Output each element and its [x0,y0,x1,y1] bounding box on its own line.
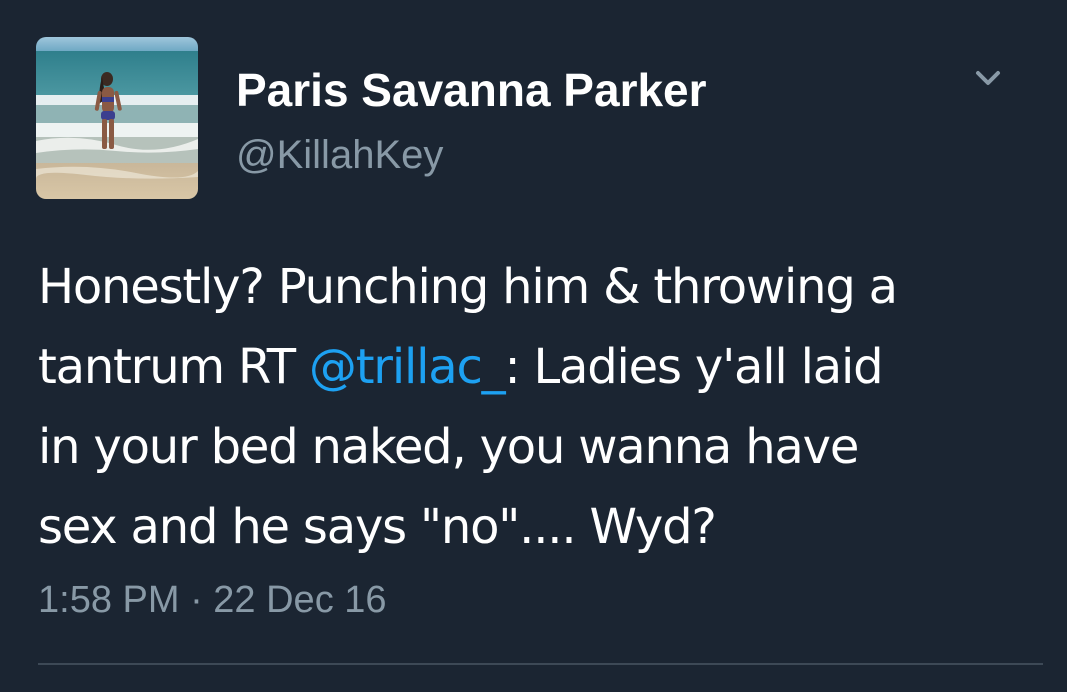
author-display-name[interactable]: Paris Savanna Parker [236,64,707,116]
tweet-text-line: tantrum RT @trillac_: Ladies y'all laid [38,327,1038,407]
tweet-text-segment: : Ladies y'all laid [504,339,883,395]
tweet-text-line: sex and he says "no".... Wyd? [38,499,717,555]
tweet-text-segment: tantrum RT [38,339,309,395]
author-avatar[interactable] [36,37,198,199]
divider [38,663,1043,665]
tweet-text-line: in your bed naked, you wanna have [38,419,859,475]
chevron-down-icon[interactable] [966,62,1010,98]
tweet-text-line: Honestly? Punching him & throwing a [38,259,898,315]
author-handle[interactable]: @KillahKey [236,132,443,178]
tweet-card: Paris Savanna Parker @KillahKey Honestly… [0,0,1067,692]
mention-link[interactable]: @trillac_ [309,339,506,395]
beach-photo-avatar [36,37,198,199]
tweet-timestamp[interactable]: 1:58 PM · 22 Dec 16 [38,575,387,625]
tweet-text: Honestly? Punching him & throwing a tant… [38,247,1038,567]
